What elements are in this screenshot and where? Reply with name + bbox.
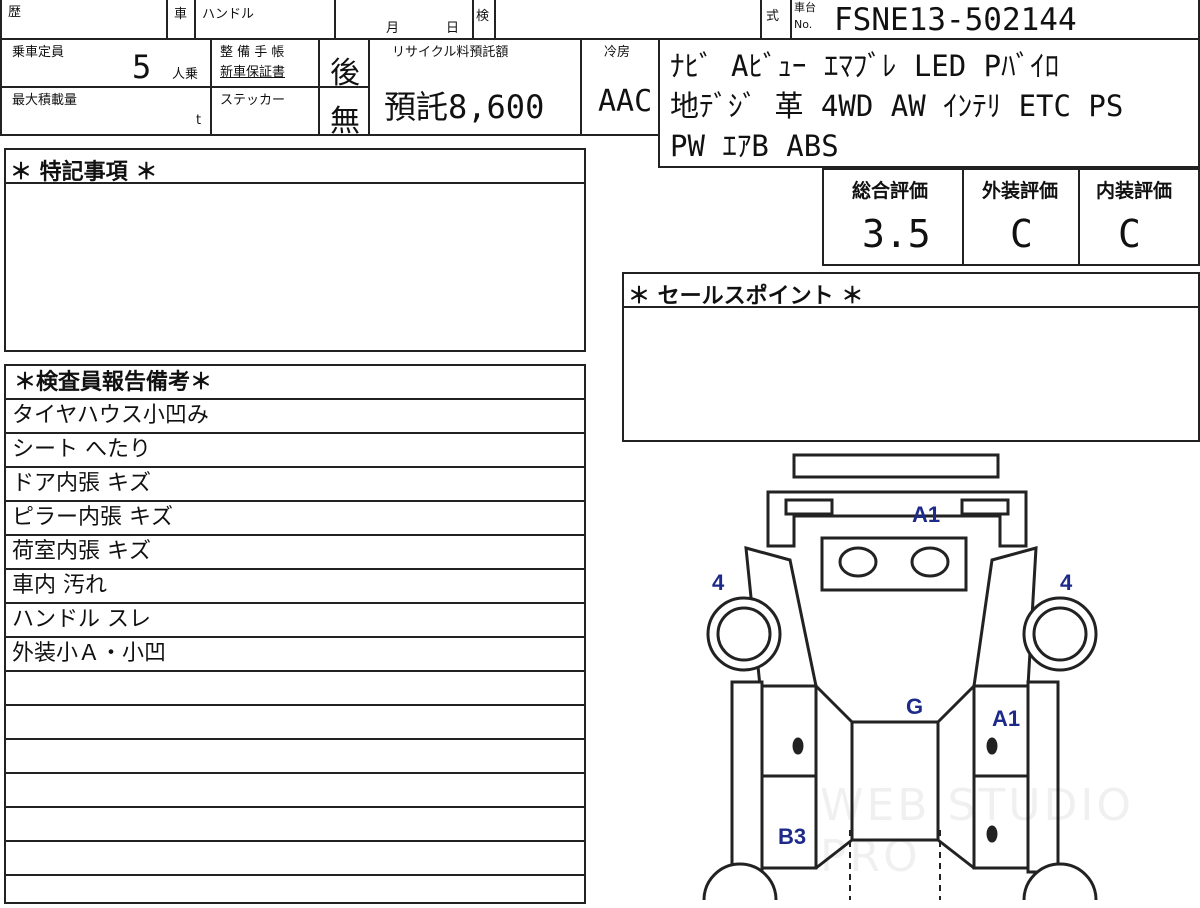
- watermark: WEB STUDIO PRO: [820, 780, 1134, 882]
- report-row-text: ハンドル スレ: [12, 607, 151, 632]
- report-row-text: シート へたり: [12, 437, 151, 462]
- maintenance-label-2: 新車保証書: [220, 65, 286, 80]
- shiki-label: 式: [766, 9, 780, 24]
- report-row-text: 外装小Ａ・小凹: [12, 641, 167, 666]
- report-row: 外装小Ａ・小凹: [6, 636, 584, 670]
- report-row: [6, 670, 584, 704]
- chassis-label-top: 車台: [794, 1, 816, 14]
- chassis-number: FSNE13-502144: [834, 2, 1077, 38]
- month-label: 月: [386, 21, 400, 36]
- exterior-rating-label: 外装評価: [982, 180, 1059, 202]
- equipment-line-2: 地ﾃﾞｼﾞ 革 4WD AW ｲﾝﾃﾘ ETC PS: [670, 89, 1124, 123]
- max-load-label: 最大積載量: [12, 93, 78, 108]
- front-lamp-right: [960, 498, 1010, 516]
- report-row: ドア内張 キズ: [6, 466, 584, 500]
- mark-roof: G: [906, 694, 923, 719]
- report-row-text: 車内 汚れ: [12, 573, 107, 598]
- equipment-line-3: PW ｴｱB ABS: [670, 129, 839, 163]
- exterior-rating-value: C: [1010, 212, 1033, 256]
- mirror-left: [838, 546, 878, 578]
- report-row-text: タイヤハウス小凹み: [12, 403, 209, 428]
- sticker-label: ステッカー: [220, 93, 286, 108]
- maintenance-label-1: 整 備 手 帳: [220, 45, 285, 60]
- mirror-right: [910, 546, 950, 578]
- report-row-text: 荷室内張 キズ: [12, 539, 151, 564]
- equipment-line-1: ﾅﾋﾞ Aﾋﾞｭｰ ｴﾏﾌﾞﾚ LED Pﾊﾞｲﾛ: [670, 49, 1060, 83]
- capacity-label: 乗車定員: [12, 45, 65, 60]
- capacity-unit: 人乗: [172, 67, 199, 82]
- reki-label: 歴: [8, 5, 22, 20]
- report-row: [6, 806, 584, 840]
- report-row: [6, 738, 584, 772]
- overall-rating-value: 3.5: [862, 212, 931, 256]
- mark-front-left-wheel: 4: [712, 570, 725, 595]
- interior-rating-label: 内装評価: [1096, 180, 1173, 202]
- report-row: 車内 汚れ: [6, 568, 584, 602]
- day-label: 日: [446, 21, 460, 36]
- report-row: タイヤハウス小凹み: [6, 398, 584, 432]
- chassis-label-no: No.: [794, 18, 813, 31]
- report-row: シート へたり: [6, 432, 584, 466]
- mark-front-right-wheel: 4: [1060, 570, 1073, 595]
- sales-points-title: ＊ セールスポイント ＊: [628, 284, 864, 309]
- sticker-value: 無: [330, 104, 360, 139]
- report-row: 荷室内張 キズ: [6, 534, 584, 568]
- inspector-report-title: ＊検査員報告備考＊: [14, 370, 213, 395]
- aircon-value: AAC: [598, 84, 653, 119]
- body-left-side: [730, 680, 764, 874]
- handle-right-front: [986, 737, 998, 755]
- recycle-label: リサイクル料預託額: [392, 45, 509, 60]
- aircon-label: 冷房: [604, 45, 631, 60]
- handle-label: ハンドル: [202, 7, 255, 22]
- report-row: [6, 840, 584, 874]
- mark-left-rear-door: B3: [778, 824, 806, 849]
- report-row: [6, 704, 584, 738]
- overall-rating-label: 総合評価: [852, 180, 929, 202]
- report-row-text: ピラー内張 キズ: [12, 505, 173, 530]
- maintenance-value: 後: [330, 56, 360, 91]
- capacity-value: 5: [132, 48, 152, 86]
- report-row-text: ドア内張 キズ: [12, 471, 151, 496]
- report-row: ピラー内張 キズ: [6, 500, 584, 534]
- report-row: ハンドル スレ: [6, 602, 584, 636]
- front-bumper: [792, 453, 1000, 479]
- ken-label: 検: [476, 9, 490, 24]
- inspector-report-box: ＊検査員報告備考＊ タイヤハウス小凹み シート へたり ドア内張 キズ ピラー内張 キ…: [4, 364, 586, 904]
- report-row: [6, 874, 584, 908]
- sha-label: 車: [174, 7, 188, 22]
- handle-left-front: [792, 737, 804, 755]
- special-notes-title: ＊ 特記事項 ＊: [10, 160, 158, 185]
- front-lamp-left: [784, 498, 834, 516]
- recycle-value: 預託8,600: [384, 88, 545, 126]
- max-load-unit: t: [196, 113, 202, 128]
- interior-rating-value: C: [1118, 212, 1141, 256]
- report-row: [6, 772, 584, 806]
- mark-right-door: A1: [992, 706, 1020, 731]
- mark-hood: A1: [912, 502, 940, 527]
